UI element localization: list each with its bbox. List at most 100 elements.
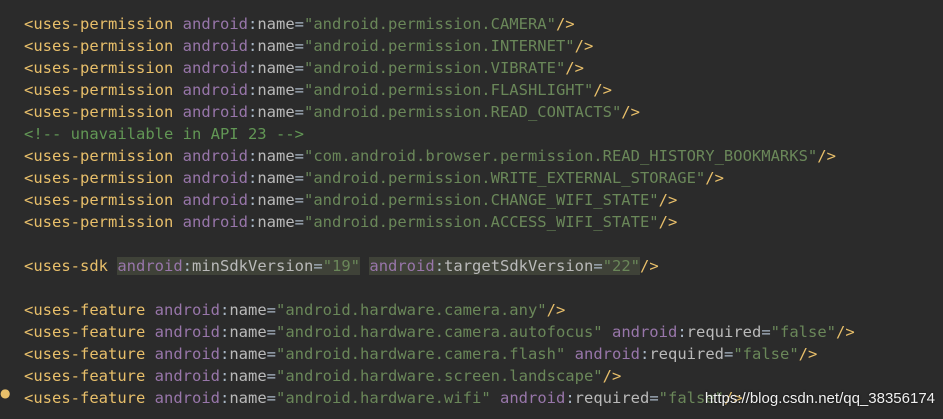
tag-end: /> bbox=[621, 103, 640, 121]
code-line[interactable]: <uses-permission android:name="android.p… bbox=[24, 211, 677, 233]
attribute-colon: : bbox=[247, 169, 258, 187]
attribute-colon: : bbox=[247, 191, 258, 209]
code-line[interactable]: <uses-permission android:name="android.p… bbox=[24, 189, 677, 211]
attribute-namespace: android bbox=[182, 15, 248, 33]
xml-tag: <uses-feature bbox=[24, 323, 146, 341]
attribute-namespace: android bbox=[574, 345, 640, 363]
xml-tag: <uses-permission bbox=[24, 169, 174, 187]
xml-attribute: android:name="android.hardware.camera.au… bbox=[155, 323, 603, 341]
attribute-value: "false" bbox=[770, 323, 836, 341]
attribute-namespace: android bbox=[154, 301, 220, 319]
code-line[interactable]: <uses-permission android:name="android.p… bbox=[24, 35, 593, 57]
xml-tag: <uses-permission bbox=[24, 81, 174, 99]
code-line[interactable]: <uses-permission android:name="android.p… bbox=[24, 57, 584, 79]
code-line[interactable]: <uses-feature android:name="android.hard… bbox=[24, 387, 743, 409]
attribute-equals: = bbox=[723, 345, 734, 363]
xml-attribute: android:name="android.hardware.camera.fl… bbox=[155, 345, 566, 363]
xml-attribute: android:required="false" bbox=[612, 323, 836, 341]
attribute-colon: : bbox=[247, 103, 258, 121]
code-line[interactable]: <uses-feature android:name="android.hard… bbox=[24, 321, 855, 343]
code-line[interactable]: <uses-permission android:name="android.p… bbox=[24, 167, 724, 189]
attribute-colon: : bbox=[220, 301, 230, 319]
code-line[interactable]: <uses-permission android:name="com.andro… bbox=[24, 145, 836, 167]
attribute-name: name bbox=[229, 367, 267, 385]
attribute-value: "android.permission.WRITE_EXTERNAL_STORA… bbox=[304, 169, 706, 187]
code-editor[interactable]: <uses-permission android:name="android.p… bbox=[0, 0, 943, 419]
attribute-namespace: android bbox=[182, 37, 248, 55]
xml-comment: <!-- unavailable in API 23 --> bbox=[24, 125, 304, 143]
tag-end: /> bbox=[640, 257, 659, 275]
attribute-value: "android.permission.FLASHLIGHT" bbox=[304, 81, 594, 99]
attribute-namespace: android bbox=[182, 59, 248, 77]
xml-tag: <uses-permission bbox=[24, 37, 174, 55]
attribute-name: name bbox=[257, 213, 295, 231]
tag-end: /> bbox=[602, 367, 622, 385]
attribute-equals: = bbox=[294, 213, 304, 231]
attribute-equals: = bbox=[294, 191, 304, 209]
attribute-colon: : bbox=[247, 59, 258, 77]
tag-end: /> bbox=[593, 81, 612, 99]
code-line[interactable]: <uses-feature android:name="android.hard… bbox=[24, 343, 817, 365]
attribute-name: name bbox=[257, 81, 295, 99]
attribute-colon: : bbox=[220, 323, 230, 341]
attribute-name: required bbox=[649, 345, 724, 363]
attribute-equals: = bbox=[294, 37, 304, 55]
attribute-equals: = bbox=[266, 301, 277, 319]
attribute-namespace: android bbox=[154, 345, 220, 363]
attribute-equals: = bbox=[266, 367, 277, 385]
attribute-namespace: android bbox=[117, 257, 183, 275]
attribute-namespace: android bbox=[500, 389, 566, 407]
tag-end: /> bbox=[835, 323, 855, 341]
tag-end: /> bbox=[574, 37, 594, 55]
code-line[interactable]: <uses-permission android:name="android.p… bbox=[24, 79, 612, 101]
attribute-value: "android.permission.CHANGE_WIFI_STATE" bbox=[304, 191, 659, 209]
tag-end: /> bbox=[565, 59, 584, 77]
attribute-equals: = bbox=[294, 147, 304, 165]
tag-end: /> bbox=[705, 169, 724, 187]
attribute-colon: : bbox=[247, 147, 258, 165]
attribute-equals: = bbox=[593, 257, 603, 275]
xml-attribute: android:name="android.permission.CHANGE_… bbox=[183, 191, 659, 209]
attribute-colon: : bbox=[220, 345, 230, 363]
code-line[interactable]: <uses-permission android:name="android.p… bbox=[24, 13, 575, 35]
attribute-colon: : bbox=[247, 81, 258, 99]
attribute-colon: : bbox=[247, 37, 258, 55]
attribute-name: name bbox=[229, 389, 267, 407]
attribute-colon: : bbox=[220, 389, 230, 407]
attribute-colon: : bbox=[434, 257, 445, 275]
xml-tag: <uses-sdk bbox=[24, 257, 108, 275]
xml-attribute: android:name="android.hardware.screen.la… bbox=[155, 367, 603, 385]
attribute-equals: = bbox=[649, 389, 659, 407]
attribute-name: name bbox=[257, 169, 295, 187]
attribute-namespace: android bbox=[611, 323, 678, 341]
code-line[interactable]: <!-- unavailable in API 23 --> bbox=[24, 123, 304, 145]
code-line[interactable]: <uses-permission android:name="android.p… bbox=[24, 101, 640, 123]
attribute-equals: = bbox=[294, 81, 304, 99]
xml-attribute: android:name="com.android.browser.permis… bbox=[183, 147, 818, 165]
xml-attribute: android:name="android.hardware.camera.an… bbox=[155, 301, 547, 319]
lightbulb-icon[interactable]: ● bbox=[0, 386, 10, 400]
attribute-namespace: android bbox=[182, 147, 248, 165]
xml-tag: <uses-feature bbox=[24, 367, 146, 385]
attribute-value: "android.hardware.camera.autofocus" bbox=[276, 323, 603, 341]
attribute-colon: : bbox=[639, 345, 650, 363]
attribute-colon: : bbox=[182, 257, 193, 275]
attribute-name: name bbox=[257, 59, 295, 77]
attribute-name: name bbox=[229, 323, 267, 341]
code-line[interactable]: <uses-feature android:name="android.hard… bbox=[24, 299, 565, 321]
xml-tag: <uses-permission bbox=[24, 147, 174, 165]
code-line[interactable]: <uses-sdk android:minSdkVersion="19" and… bbox=[24, 255, 659, 277]
xml-tag: <uses-permission bbox=[24, 59, 174, 77]
attribute-name: targetSdkVersion bbox=[444, 257, 594, 275]
attribute-name: name bbox=[257, 15, 295, 33]
xml-attribute: android:required="false" bbox=[575, 345, 799, 363]
attribute-name: name bbox=[229, 301, 267, 319]
xml-attribute: android:name="android.hardware.wifi" bbox=[155, 389, 491, 407]
xml-attribute: android:minSdkVersion="19" bbox=[117, 257, 361, 275]
attribute-equals: = bbox=[266, 345, 277, 363]
attribute-value: "com.android.browser.permission.READ_HIS… bbox=[304, 147, 818, 165]
code-line[interactable]: <uses-feature android:name="android.hard… bbox=[24, 365, 621, 387]
tag-end: /> bbox=[817, 147, 836, 165]
xml-attribute: android:name="android.permission.READ_CO… bbox=[183, 103, 622, 121]
attribute-equals: = bbox=[266, 323, 277, 341]
